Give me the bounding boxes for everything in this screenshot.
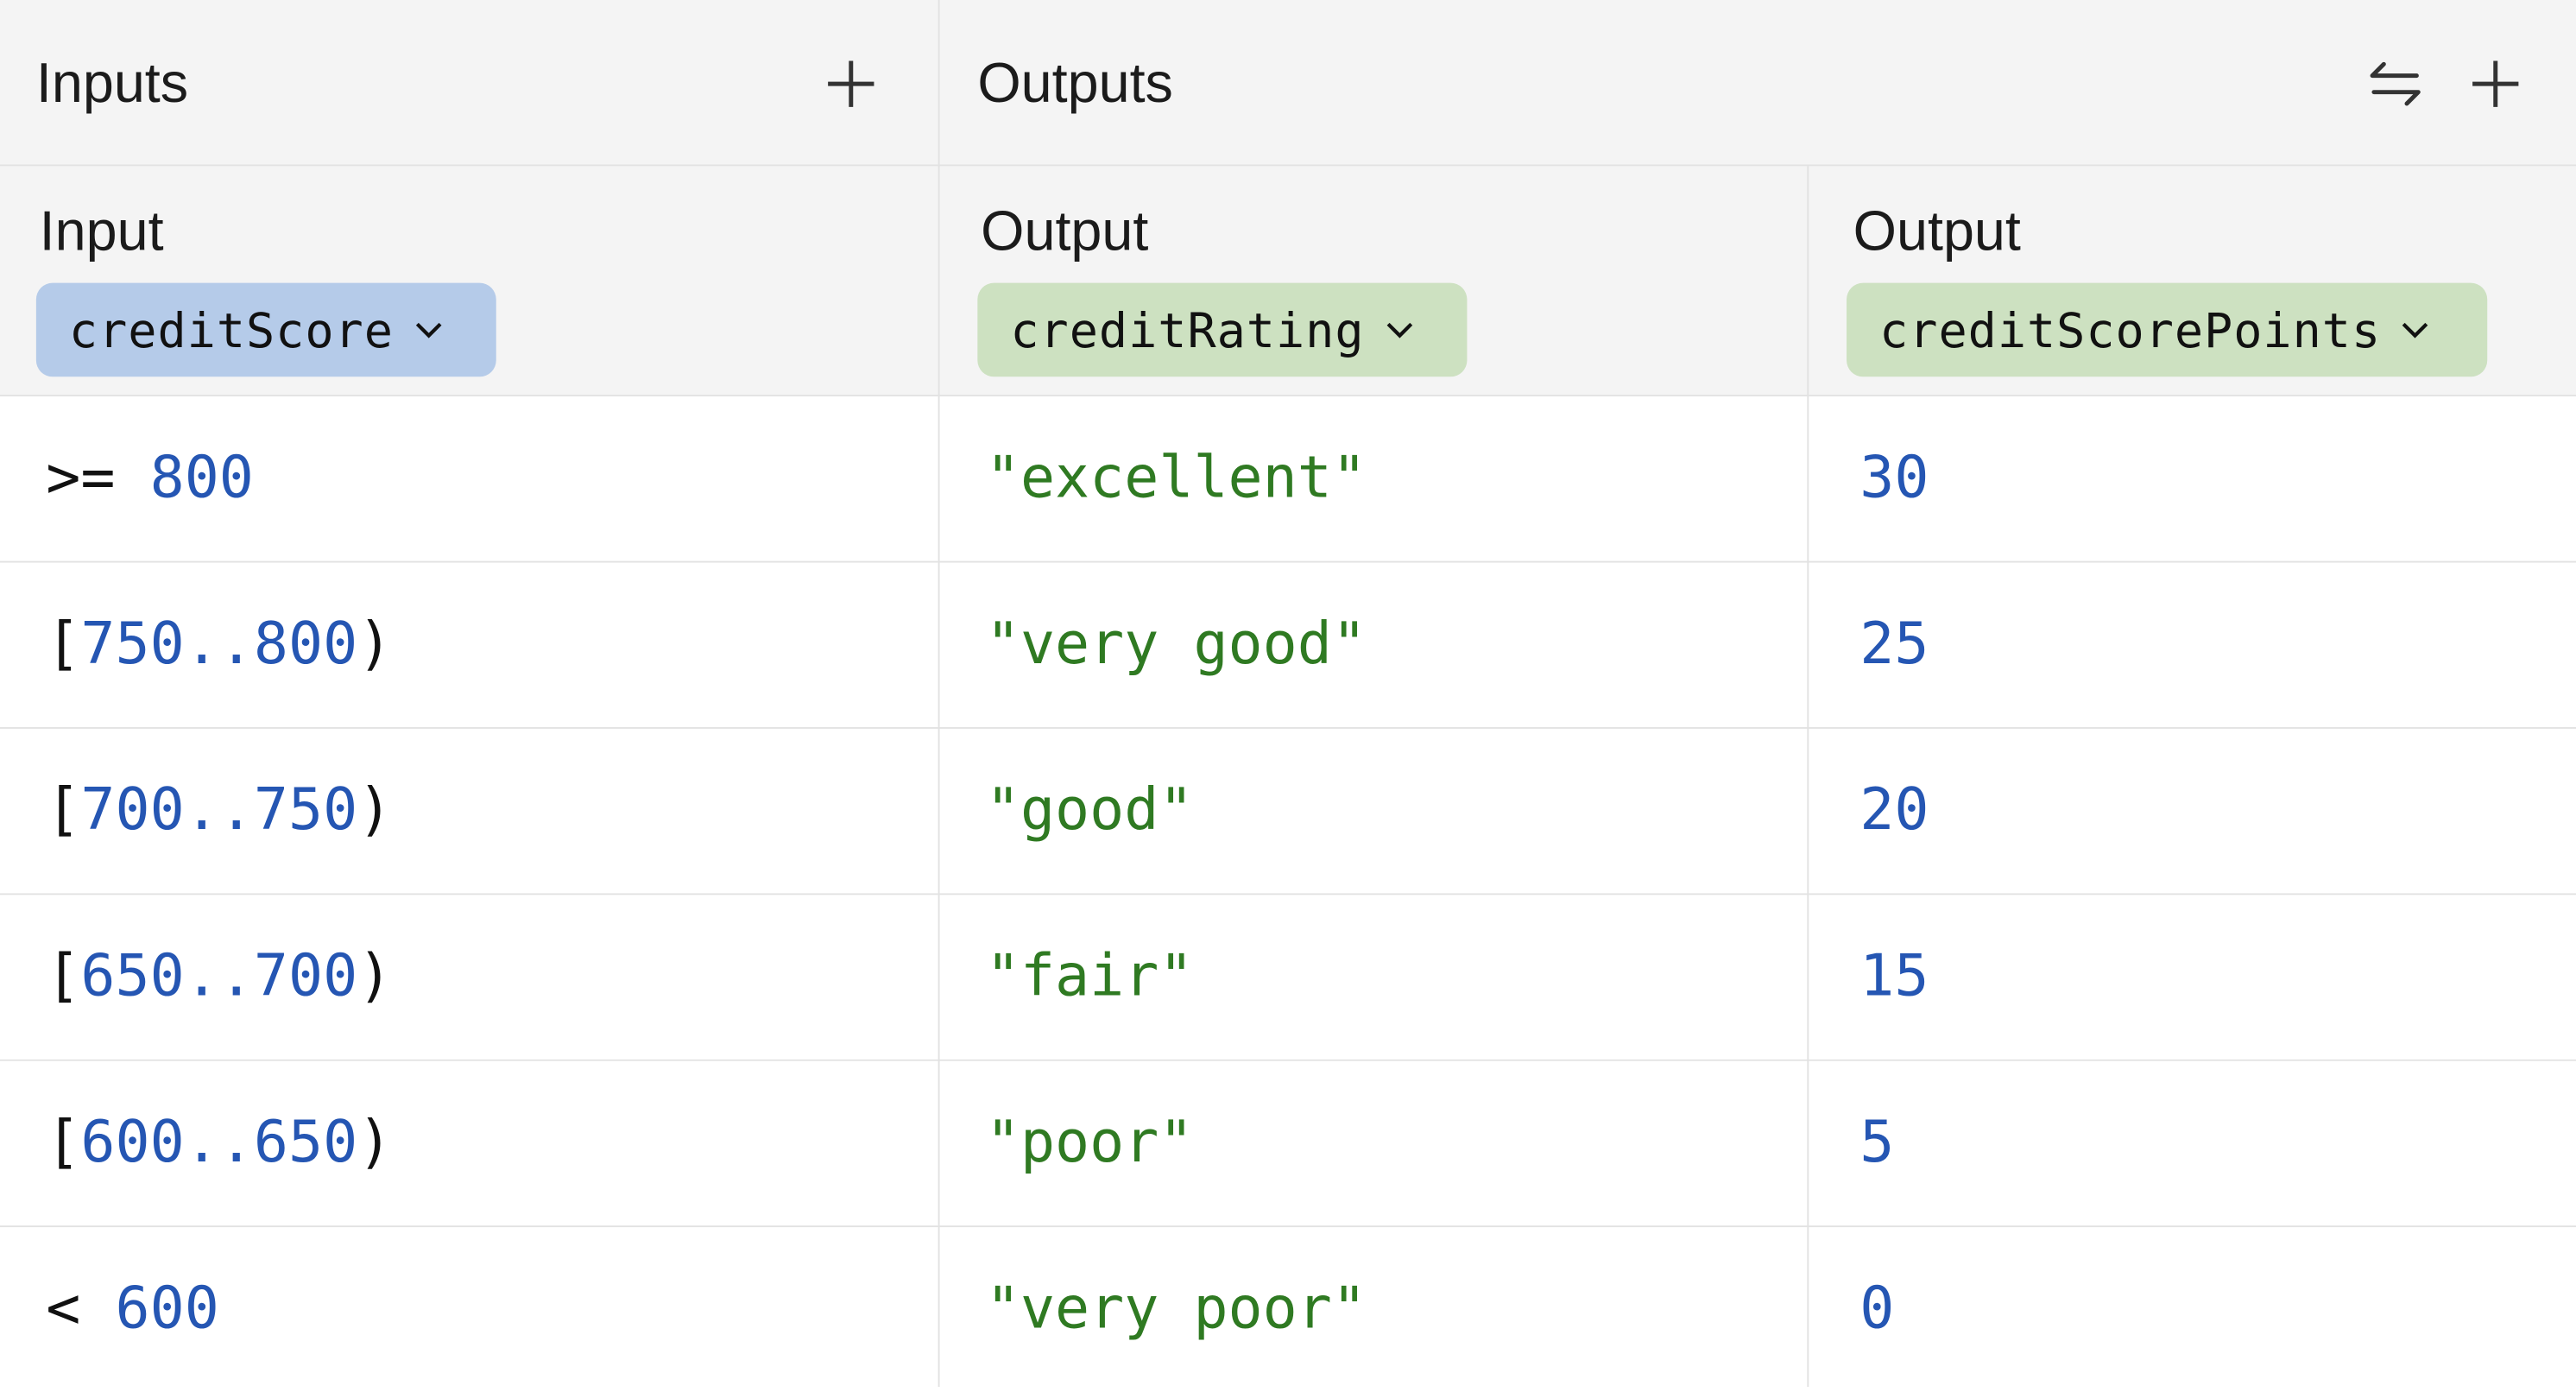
swap-columns-button[interactable] xyxy=(2363,51,2428,117)
swap-arrows-icon xyxy=(2370,61,2421,106)
table-row: [600..650) "poor" 5 xyxy=(0,1060,2576,1228)
column-name: creditScorePoints xyxy=(1879,301,2382,358)
input-column-label: Input xyxy=(39,200,164,263)
decision-table: Inputs Outputs Input creditScore Output xyxy=(0,0,2576,1388)
column-name: creditScore xyxy=(68,301,394,358)
outputs-group-title: Outputs xyxy=(977,52,1173,116)
rating-cell[interactable]: "good" xyxy=(986,729,1194,894)
credit-score-points-output-selector[interactable]: creditScorePoints xyxy=(1847,282,2488,377)
column-divider xyxy=(1807,166,1809,1388)
input-cell[interactable]: < 600 xyxy=(46,1227,219,1392)
table-row: [750..800) "very good" 25 xyxy=(0,562,2576,729)
rating-cell[interactable]: "poor" xyxy=(986,1061,1194,1226)
input-cell[interactable]: [750..800) xyxy=(46,563,392,728)
input-cell[interactable]: >= 800 xyxy=(46,396,254,561)
table-row: < 600 "very poor" 0 xyxy=(0,1227,2576,1388)
column-name: creditRating xyxy=(1010,301,1365,358)
points-cell[interactable]: 0 xyxy=(1859,1227,1894,1392)
add-output-button[interactable] xyxy=(2463,51,2529,117)
chevron-down-icon xyxy=(1384,320,1413,340)
chevron-down-icon xyxy=(414,320,443,340)
column-divider xyxy=(938,0,940,1388)
output-column-label: Output xyxy=(1853,200,2021,263)
rating-cell[interactable]: "excellent" xyxy=(986,396,1367,561)
group-header-row: Inputs Outputs xyxy=(0,0,2576,167)
table-row: [700..750) "good" 20 xyxy=(0,728,2576,895)
input-cell[interactable]: [700..750) xyxy=(46,729,392,894)
table-row: >= 800 "excellent" 30 xyxy=(0,396,2576,563)
points-cell[interactable]: 5 xyxy=(1859,1061,1894,1226)
table-row: [650..700) "fair" 15 xyxy=(0,895,2576,1061)
rating-cell[interactable]: "very poor" xyxy=(986,1227,1367,1392)
output-column-label: Output xyxy=(981,200,1149,263)
inputs-group-title: Inputs xyxy=(35,52,189,116)
credit-score-input-selector[interactable]: creditScore xyxy=(35,282,496,377)
chevron-down-icon xyxy=(2401,320,2430,340)
input-cell[interactable]: [650..700) xyxy=(46,895,392,1060)
points-cell[interactable]: 30 xyxy=(1859,396,1929,561)
plus-icon xyxy=(2472,60,2519,107)
rating-cell[interactable]: "very good" xyxy=(986,563,1367,728)
plus-icon xyxy=(828,60,874,107)
add-input-button[interactable] xyxy=(818,51,884,117)
points-cell[interactable]: 20 xyxy=(1859,729,1929,894)
credit-rating-output-selector[interactable]: creditRating xyxy=(977,282,1468,377)
points-cell[interactable]: 15 xyxy=(1859,895,1929,1060)
points-cell[interactable]: 25 xyxy=(1859,563,1929,728)
rating-cell[interactable]: "fair" xyxy=(986,895,1194,1060)
input-cell[interactable]: [600..650) xyxy=(46,1061,392,1226)
